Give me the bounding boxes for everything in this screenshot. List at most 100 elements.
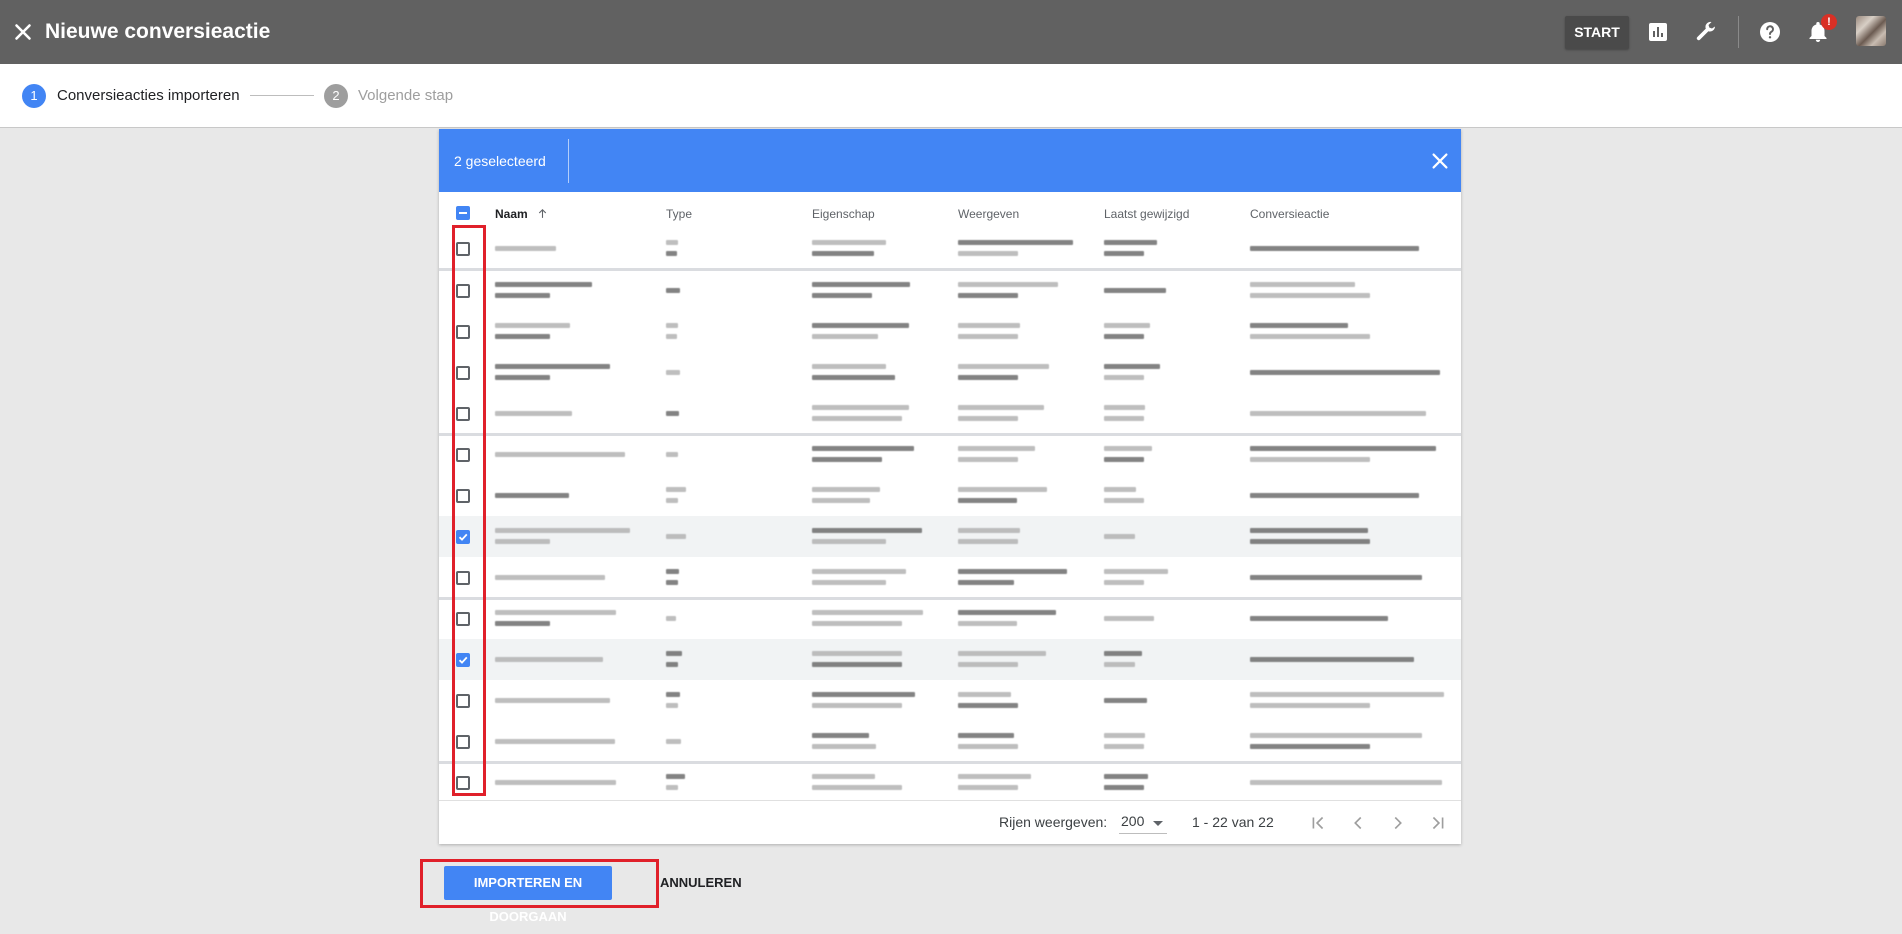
blurred-cell-text [666,334,677,339]
blurred-cell-text [812,580,886,585]
blurred-cell-text [1104,733,1145,738]
row-checkbox[interactable] [456,653,470,667]
blurred-cell-text [666,251,677,256]
blurred-cell-text [1250,446,1436,451]
table-row[interactable] [439,270,1461,311]
table-row[interactable] [439,762,1461,800]
table-row[interactable] [439,352,1461,393]
blurred-cell-text [1104,774,1148,779]
sort-ascending-icon[interactable] [536,207,549,220]
blurred-cell-text [1104,446,1152,451]
row-checkbox[interactable] [456,612,470,626]
next-page-icon[interactable] [1387,812,1409,834]
row-checkbox[interactable] [456,776,470,790]
step2-label: Volgende stap [358,87,454,104]
blurred-cell-text [812,323,909,328]
column-header-conversion-action[interactable]: Conversieactie [1250,207,1329,221]
column-header-last-modified[interactable]: Laatst gewijzigd [1104,207,1189,221]
table-row[interactable] [439,475,1461,516]
clear-selection-icon[interactable] [1429,150,1451,172]
reports-icon[interactable] [1646,20,1670,44]
table-row[interactable] [439,393,1461,434]
column-header-display[interactable]: Weergeven [958,207,1019,221]
row-checkbox[interactable] [456,284,470,298]
close-icon[interactable] [10,19,36,45]
blurred-cell-text [1250,616,1388,621]
selection-bar: 2 geselecteerd [439,129,1461,192]
table-row[interactable] [439,639,1461,680]
blurred-cell-text [958,334,1018,339]
help-icon[interactable] [1758,20,1782,44]
first-page-icon[interactable] [1307,812,1329,834]
blurred-cell-text [1250,733,1422,738]
blurred-cell-text [958,610,1056,615]
blurred-cell-text [666,323,678,328]
row-checkbox[interactable] [456,694,470,708]
blurred-cell-text [1250,293,1370,298]
row-checkbox[interactable] [456,489,470,503]
blurred-cell-text [495,539,550,544]
blurred-cell-text [958,405,1044,410]
blurred-cell-text [495,528,630,533]
wrench-icon[interactable] [1694,20,1718,44]
pagination-range: 1 - 22 van 22 [1192,814,1274,830]
blurred-cell-text [812,610,923,615]
table-row[interactable] [439,311,1461,352]
import-and-continue-button[interactable]: IMPORTEREN EN DOORGAAN [444,866,612,924]
table-row[interactable] [439,557,1461,598]
table-body [439,228,1461,800]
row-checkbox[interactable] [456,325,470,339]
blurred-cell-text [958,293,1018,298]
table-row[interactable] [439,228,1461,269]
blurred-cell-text [812,621,902,626]
blurred-cell-text [958,662,1018,667]
blurred-cell-text [495,375,550,380]
blurred-cell-text [812,293,872,298]
table-row[interactable] [439,721,1461,762]
column-header-type[interactable]: Type [666,207,692,221]
blurred-cell-text [666,534,686,539]
blurred-cell-text [812,405,909,410]
row-checkbox[interactable] [456,366,470,380]
rows-per-page-select[interactable]: 200 [1119,811,1167,834]
blurred-cell-text [495,323,570,328]
row-checkbox[interactable] [456,530,470,544]
blurred-cell-text [1104,698,1147,703]
table-row[interactable] [439,598,1461,639]
blurred-cell-text [666,785,678,790]
blurred-cell-text [1250,334,1370,339]
blurred-cell-text [666,288,680,293]
blurred-cell-text [666,616,676,621]
column-header-name[interactable]: Naam [495,207,528,221]
row-checkbox[interactable] [456,407,470,421]
blurred-cell-text [958,416,1018,421]
row-checkbox[interactable] [456,571,470,585]
table-header: Naam Type Eigenschap Weergeven Laatst ge… [439,200,1461,228]
blurred-cell-text [958,651,1046,656]
blurred-cell-text [1104,662,1135,667]
row-checkbox[interactable] [456,735,470,749]
blurred-cell-text [812,251,874,256]
blurred-cell-text [1104,785,1144,790]
blurred-cell-text [812,744,876,749]
blurred-cell-text [958,774,1031,779]
previous-page-icon[interactable] [1347,812,1369,834]
row-checkbox[interactable] [456,242,470,256]
blurred-cell-text [812,569,906,574]
table-row[interactable] [439,680,1461,721]
blurred-cell-text [495,698,610,703]
start-button[interactable]: START [1565,16,1629,49]
column-header-property[interactable]: Eigenschap [812,207,875,221]
blurred-cell-text [812,651,902,656]
chevron-down-icon [1153,821,1163,826]
blurred-cell-text [1104,240,1157,245]
select-all-checkbox[interactable] [456,206,470,220]
table-row[interactable] [439,434,1461,475]
blurred-cell-text [1250,323,1348,328]
blurred-cell-text [495,780,616,785]
table-row[interactable] [439,516,1461,557]
row-checkbox[interactable] [456,448,470,462]
avatar[interactable] [1856,16,1886,46]
last-page-icon[interactable] [1427,812,1449,834]
cancel-button[interactable]: ANNULEREN [660,866,742,900]
